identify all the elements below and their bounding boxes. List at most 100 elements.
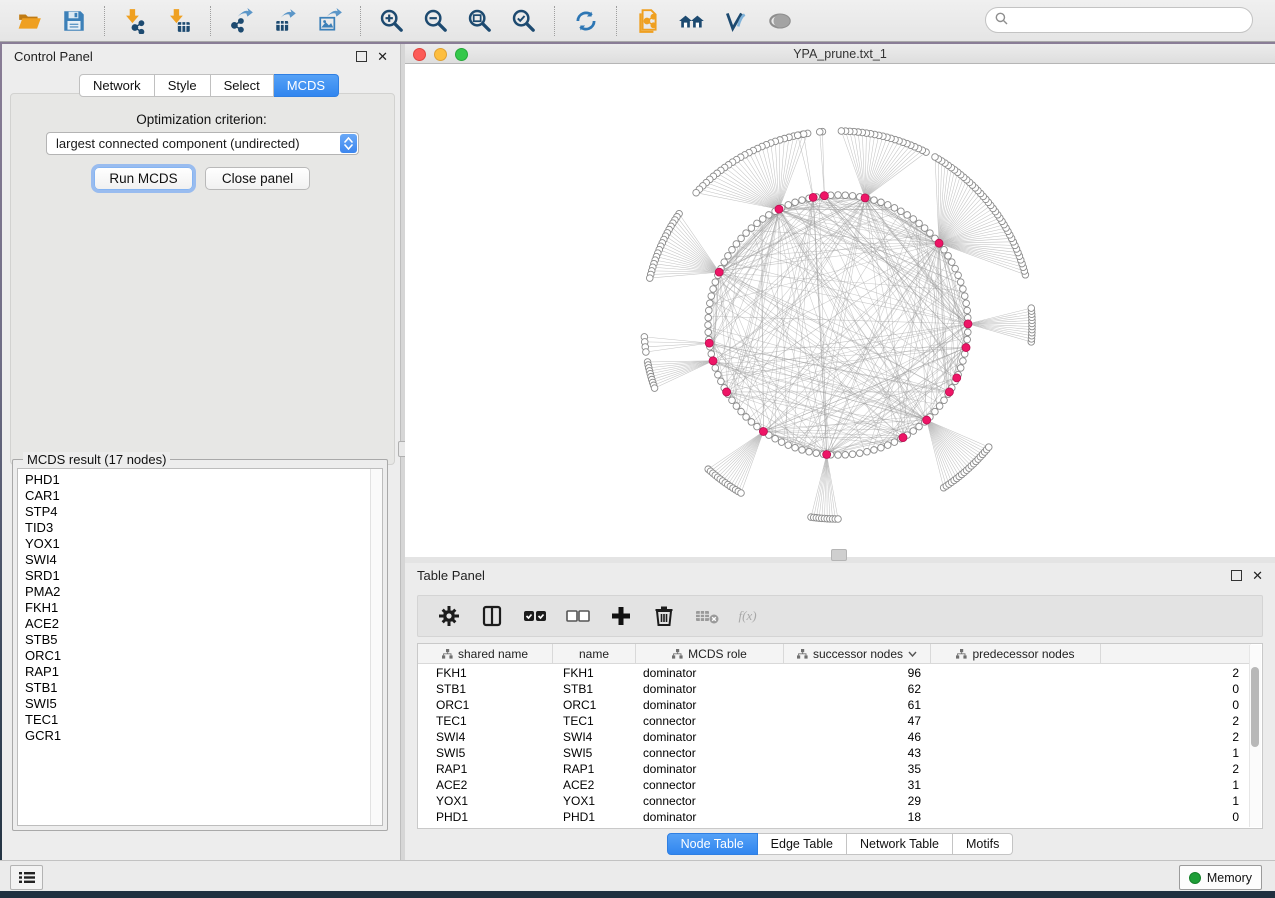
table-row[interactable]: SWI4 SWI4 dominator 46 2 [418, 729, 1251, 745]
table-row[interactable]: ACE2 ACE2 connector 31 1 [418, 777, 1251, 793]
table-row[interactable]: FKH1 FKH1 dominator 96 2 [418, 665, 1251, 681]
table-scrollbar[interactable] [1249, 645, 1261, 827]
mcds-hub-node[interactable] [809, 193, 817, 201]
mcds-result-item[interactable]: ORC1 [25, 648, 382, 664]
mcds-hub-node[interactable] [775, 205, 783, 213]
network-leaf-node[interactable] [816, 129, 823, 136]
network-node[interactable] [748, 225, 755, 232]
mcds-result-item[interactable]: TID3 [25, 520, 382, 536]
export-network-icon[interactable] [227, 6, 257, 36]
network-node[interactable] [948, 259, 955, 266]
mcds-result-item[interactable]: SWI5 [25, 696, 382, 712]
network-node[interactable] [864, 448, 871, 455]
table-row[interactable]: STB1 STB1 dominator 62 0 [418, 681, 1251, 697]
network-node[interactable] [964, 307, 971, 314]
network-document-icon[interactable] [633, 6, 663, 36]
network-leaf-node[interactable] [985, 444, 992, 451]
network-node[interactable] [799, 447, 806, 454]
import-network-icon[interactable] [121, 6, 151, 36]
network-node[interactable] [957, 365, 964, 372]
network-node[interactable] [898, 208, 905, 215]
export-image-icon[interactable] [315, 6, 345, 36]
mcds-hub-node[interactable] [715, 268, 723, 276]
network-node[interactable] [792, 199, 799, 206]
network-node[interactable] [878, 199, 885, 206]
network-node[interactable] [705, 322, 712, 329]
column-header-name[interactable]: name [553, 644, 636, 663]
network-node[interactable] [706, 307, 713, 314]
mcds-result-item[interactable]: PMA2 [25, 584, 382, 600]
criterion-dropdown[interactable]: largest connected component (undirected) [46, 132, 359, 155]
network-node[interactable] [964, 329, 971, 336]
network-node[interactable] [835, 452, 842, 459]
network-node[interactable] [772, 435, 779, 442]
network-node[interactable] [952, 265, 959, 272]
tab-node-table[interactable]: Node Table [667, 833, 758, 855]
network-node[interactable] [849, 193, 856, 200]
memory-button[interactable]: Memory [1179, 865, 1262, 890]
network-window-titlebar[interactable]: YPA_prune.txt_1 [405, 44, 1275, 64]
delete-row-icon[interactable] [651, 603, 677, 629]
horizontal-splitter-grip[interactable] [831, 549, 847, 561]
network-node[interactable] [754, 423, 761, 430]
network-node[interactable] [743, 414, 750, 421]
network-node[interactable] [871, 447, 878, 454]
network-node[interactable] [835, 192, 842, 199]
window-close-button[interactable] [413, 48, 426, 61]
mcds-result-item[interactable]: STB5 [25, 632, 382, 648]
mcds-result-item[interactable]: PHD1 [25, 472, 382, 488]
deselect-all-icon[interactable] [565, 603, 591, 629]
zoom-selected-icon[interactable] [509, 6, 539, 36]
refresh-icon[interactable] [571, 6, 601, 36]
network-node[interactable] [871, 197, 878, 204]
network-node[interactable] [941, 246, 948, 253]
column-header-shared-name[interactable]: shared name [418, 644, 553, 663]
table-row[interactable]: RAP1 RAP1 dominator 35 2 [418, 761, 1251, 777]
network-node[interactable] [705, 329, 712, 336]
network-node[interactable] [725, 253, 732, 260]
settings-gear-icon[interactable] [436, 603, 462, 629]
network-node[interactable] [957, 279, 964, 286]
run-mcds-button[interactable]: Run MCDS [94, 167, 193, 190]
column-header-successor-nodes[interactable]: successor nodes [784, 644, 931, 663]
network-node[interactable] [806, 448, 813, 455]
network-node[interactable] [842, 451, 849, 458]
tab-network-table[interactable]: Network Table [847, 833, 953, 855]
mcds-result-item[interactable]: GCR1 [25, 728, 382, 744]
network-node[interactable] [733, 403, 740, 410]
network-node[interactable] [785, 202, 792, 209]
mcds-hub-node[interactable] [945, 388, 953, 396]
network-node[interactable] [955, 272, 962, 279]
mcds-hub-node[interactable] [759, 427, 767, 435]
mcds-result-item[interactable]: YOX1 [25, 536, 382, 552]
column-header-MCDS-role[interactable]: MCDS role [636, 644, 784, 663]
network-node[interactable] [705, 314, 712, 321]
table-row[interactable]: ORC1 ORC1 dominator 61 0 [418, 697, 1251, 713]
network-node[interactable] [884, 442, 891, 449]
search-input[interactable] [1013, 12, 1252, 28]
zoom-fit-icon[interactable] [465, 6, 495, 36]
network-node[interactable] [712, 365, 719, 372]
zoom-out-icon[interactable] [421, 6, 451, 36]
network-node[interactable] [961, 293, 968, 300]
zoom-in-icon[interactable] [377, 6, 407, 36]
network-node[interactable] [891, 439, 898, 446]
network-node[interactable] [710, 286, 717, 293]
network-node[interactable] [891, 205, 898, 212]
network-leaf-node[interactable] [838, 128, 845, 135]
window-minimize-button[interactable] [434, 48, 447, 61]
mcds-list-scrollbar[interactable] [370, 469, 382, 825]
network-node[interactable] [964, 336, 971, 343]
network-node[interactable] [707, 300, 714, 307]
network-node[interactable] [849, 451, 856, 458]
network-node[interactable] [792, 444, 799, 451]
mcds-result-item[interactable]: CAR1 [25, 488, 382, 504]
mcds-hub-node[interactable] [935, 239, 943, 247]
network-node[interactable] [708, 351, 715, 358]
table-row[interactable]: SWI5 SWI5 connector 43 1 [418, 745, 1251, 761]
mcds-result-item[interactable]: SWI4 [25, 552, 382, 568]
network-node[interactable] [916, 220, 923, 227]
network-leaf-node[interactable] [738, 490, 745, 497]
mcds-hub-node[interactable] [820, 192, 828, 200]
network-node[interactable] [754, 220, 761, 227]
